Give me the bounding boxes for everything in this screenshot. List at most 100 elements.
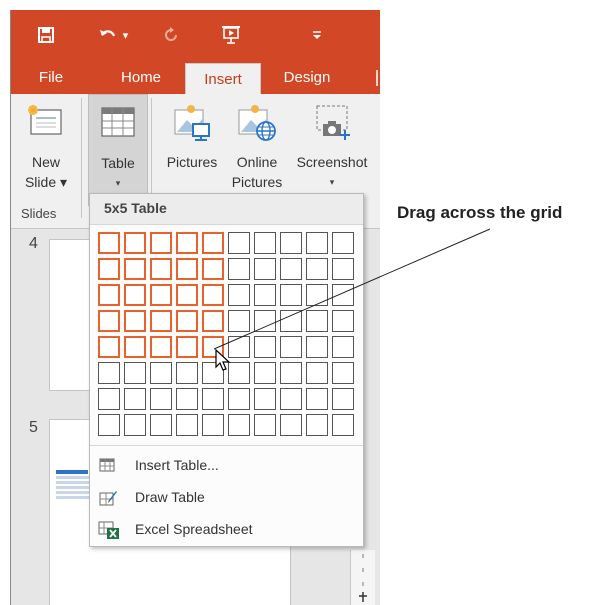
table-grid-cell[interactable]: [176, 414, 198, 436]
table-grid-cell[interactable]: [124, 388, 146, 410]
start-from-beginning-icon[interactable]: [217, 20, 245, 50]
table-grid-cell[interactable]: [254, 284, 276, 306]
table-grid-cell[interactable]: [124, 310, 146, 332]
table-grid-cell[interactable]: [202, 258, 224, 280]
draw-table-menu-item[interactable]: Draw Table: [90, 482, 363, 514]
table-grid-cell[interactable]: [176, 258, 198, 280]
table-grid-cell[interactable]: [254, 362, 276, 384]
table-grid-cell[interactable]: [228, 388, 250, 410]
table-grid-cell[interactable]: [228, 310, 250, 332]
table-grid-cell[interactable]: [228, 414, 250, 436]
table-grid-cell[interactable]: [306, 362, 328, 384]
table-grid-cell[interactable]: [228, 284, 250, 306]
table-grid-cell[interactable]: [332, 336, 354, 358]
tab-design[interactable]: Design: [275, 62, 339, 94]
table-grid-cell[interactable]: [332, 232, 354, 254]
table-grid-cell[interactable]: [254, 310, 276, 332]
screenshot-button[interactable]: Screenshot ▾: [291, 94, 373, 204]
table-grid-cell[interactable]: [306, 284, 328, 306]
table-grid-cell[interactable]: [176, 310, 198, 332]
table-grid-cell[interactable]: [254, 258, 276, 280]
table-grid-cell[interactable]: [306, 414, 328, 436]
table-grid-cell[interactable]: [202, 232, 224, 254]
customize-qat-icon[interactable]: [307, 20, 327, 50]
table-grid-cell[interactable]: [332, 414, 354, 436]
table-grid-cell[interactable]: [150, 336, 172, 358]
table-grid-cell[interactable]: [280, 310, 302, 332]
table-grid-cell[interactable]: [98, 232, 120, 254]
table-grid-cell[interactable]: [254, 232, 276, 254]
table-grid-cell[interactable]: [202, 414, 224, 436]
table-grid-cell[interactable]: [150, 258, 172, 280]
table-grid-cell[interactable]: [150, 414, 172, 436]
table-grid-cell[interactable]: [124, 336, 146, 358]
table-grid-cell[interactable]: [254, 414, 276, 436]
table-grid-cell[interactable]: [202, 388, 224, 410]
table-grid-cell[interactable]: [254, 336, 276, 358]
table-grid-cell[interactable]: [280, 414, 302, 436]
table-grid-cell[interactable]: [202, 310, 224, 332]
table-grid-cell[interactable]: [150, 388, 172, 410]
save-icon[interactable]: [31, 20, 61, 50]
table-grid-cell[interactable]: [332, 388, 354, 410]
table-grid-cell[interactable]: [124, 258, 146, 280]
table-grid-cell[interactable]: [176, 232, 198, 254]
table-grid-cell[interactable]: [280, 258, 302, 280]
table-grid-cell[interactable]: [332, 284, 354, 306]
table-grid-cell[interactable]: [176, 284, 198, 306]
table-grid-cell[interactable]: [176, 336, 198, 358]
table-grid-cell[interactable]: [150, 232, 172, 254]
undo-dropdown-caret[interactable]: ▾: [123, 29, 129, 42]
table-grid-cell[interactable]: [306, 310, 328, 332]
table-grid-cell[interactable]: [98, 388, 120, 410]
new-slide-button[interactable]: New Slide ▾: [13, 94, 79, 204]
pictures-button[interactable]: Pictures: [159, 94, 225, 204]
table-grid-cell[interactable]: [124, 232, 146, 254]
table-grid-cell[interactable]: [332, 258, 354, 280]
table-grid-cell[interactable]: [176, 388, 198, 410]
table-grid-cell[interactable]: [306, 336, 328, 358]
tab-insert[interactable]: Insert: [185, 63, 261, 95]
table-icon: [101, 107, 135, 140]
tab-home[interactable]: Home: [111, 62, 171, 94]
table-caret: ▾: [115, 178, 121, 188]
table-grid-cell[interactable]: [124, 414, 146, 436]
table-grid-cell[interactable]: [280, 362, 302, 384]
tab-transitions-partial[interactable]: [367, 62, 380, 94]
table-grid-cell[interactable]: [332, 310, 354, 332]
table-grid-cell[interactable]: [124, 284, 146, 306]
table-grid-cell[interactable]: [124, 362, 146, 384]
table-grid-cell[interactable]: [332, 362, 354, 384]
insert-table-menu-item[interactable]: Insert Table...: [90, 450, 363, 482]
online-pictures-button[interactable]: Online Pictures: [225, 94, 289, 204]
table-grid-cell[interactable]: [306, 258, 328, 280]
table-grid-cell[interactable]: [202, 284, 224, 306]
table-grid-cell[interactable]: [228, 336, 250, 358]
excel-spreadsheet-menu-item[interactable]: Excel Spreadsheet: [90, 514, 363, 546]
table-grid-cell[interactable]: [98, 310, 120, 332]
tab-file[interactable]: File: [31, 62, 71, 94]
table-grid-cell[interactable]: [98, 336, 120, 358]
table-grid-cell[interactable]: [98, 284, 120, 306]
table-grid-cell[interactable]: [228, 258, 250, 280]
table-grid-cell[interactable]: [98, 362, 120, 384]
table-button[interactable]: Table ▾: [88, 94, 148, 206]
table-grid-cell[interactable]: [280, 232, 302, 254]
undo-icon[interactable]: ▾: [93, 20, 133, 50]
table-grid-cell[interactable]: [306, 232, 328, 254]
table-grid-cell[interactable]: [280, 284, 302, 306]
table-grid-cell[interactable]: [228, 362, 250, 384]
table-size-grid[interactable]: [98, 232, 358, 439]
table-grid-cell[interactable]: [176, 362, 198, 384]
table-grid-cell[interactable]: [98, 258, 120, 280]
table-grid-cell[interactable]: [254, 388, 276, 410]
table-grid-cell[interactable]: [228, 232, 250, 254]
table-grid-cell[interactable]: [150, 362, 172, 384]
table-grid-cell[interactable]: [280, 388, 302, 410]
table-grid-cell[interactable]: [98, 414, 120, 436]
table-grid-cell[interactable]: [150, 284, 172, 306]
table-grid-cell[interactable]: [150, 310, 172, 332]
table-size-label: 5x5 Table: [104, 200, 167, 216]
table-grid-cell[interactable]: [280, 336, 302, 358]
table-grid-cell[interactable]: [306, 388, 328, 410]
